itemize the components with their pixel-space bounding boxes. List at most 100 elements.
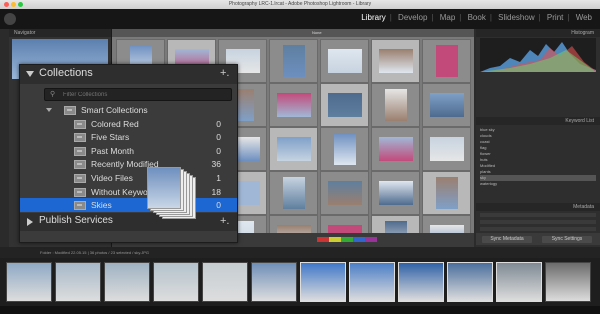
collection-label: Five Stars xyxy=(91,132,130,143)
photo-thumbnail xyxy=(327,93,362,117)
filmstrip-thumbnail[interactable] xyxy=(545,262,591,302)
filmstrip-thumbnail[interactable] xyxy=(447,262,493,302)
grid-thumbnail-cell[interactable] xyxy=(269,171,318,215)
collection-row-without-keywords[interactable]: Without Keywords 18 xyxy=(20,185,237,199)
grid-thumbnail-cell[interactable] xyxy=(320,127,369,171)
collection-filter-input[interactable] xyxy=(63,90,223,99)
grid-thumbnail-cell[interactable] xyxy=(422,39,471,83)
collection-count: 0 xyxy=(216,145,221,156)
keyword-list: blue sky clouds coast flag flower huts Modifie… xyxy=(480,127,596,187)
identity-plate xyxy=(4,13,16,25)
collection-count: 0 xyxy=(216,118,221,129)
smart-collection-icon xyxy=(74,119,86,129)
filmstrip-thumbnail[interactable] xyxy=(496,262,542,302)
histogram-header[interactable]: Histogram xyxy=(476,29,600,37)
collections-header[interactable]: Collections +. xyxy=(20,65,237,84)
collection-row-smart-collections[interactable]: Smart Collections xyxy=(20,103,237,117)
filmstrip-thumbnail[interactable] xyxy=(398,262,444,302)
collection-count: 0 xyxy=(216,132,221,143)
collection-filter-field[interactable]: ⚲ xyxy=(44,88,232,101)
grid-thumbnail-cell[interactable] xyxy=(371,127,420,171)
module-slideshow[interactable]: Slideshow xyxy=(498,13,534,22)
module-book[interactable]: Book xyxy=(468,13,486,22)
collection-row-recently-modified[interactable]: Recently Modified 36 xyxy=(20,157,237,171)
module-print[interactable]: Print xyxy=(547,13,563,22)
smart-collection-icon xyxy=(74,187,86,197)
photo-thumbnail xyxy=(333,133,356,165)
expand-triangle-icon[interactable] xyxy=(27,218,33,226)
histogram-graph xyxy=(480,42,596,72)
photo-thumbnail xyxy=(276,93,311,117)
collection-row-colored-red[interactable]: Colored Red 0 xyxy=(20,117,237,131)
filmstrip-source-info: Folder : Modified 22.05.15 | 36 photos /… xyxy=(40,250,150,255)
grid-thumbnail-cell[interactable] xyxy=(371,171,420,215)
search-icon: ⚲ xyxy=(50,91,56,98)
filter-none-label[interactable]: None xyxy=(312,30,322,35)
filmstrip-bar: Folder : Modified 22.05.15 | 36 photos /… xyxy=(0,247,600,258)
smart-collection-icon xyxy=(74,174,86,183)
keyword-list-header[interactable]: Keyword List xyxy=(476,117,600,125)
metadata-label: Metadata xyxy=(573,204,594,210)
module-list: Library | Develop | Map | Book | Slideshow | … xyxy=(361,13,592,22)
dragged-photos-stack xyxy=(147,167,199,221)
smart-collection-icon xyxy=(74,133,86,143)
smart-collection-icon xyxy=(74,160,86,170)
navigator-label: Navigator xyxy=(14,30,36,36)
grid-thumbnail-cell[interactable] xyxy=(269,39,318,83)
grid-thumbnail-cell[interactable] xyxy=(320,39,369,83)
filmstrip-thumbnail[interactable] xyxy=(104,262,150,302)
photo-thumbnail xyxy=(435,45,458,77)
filmstrip-thumbnail[interactable] xyxy=(251,262,297,302)
grid-thumbnail-cell[interactable] xyxy=(371,39,420,83)
photo-thumbnail xyxy=(429,93,464,117)
collections-title: Collections xyxy=(39,67,93,79)
collection-row-skies[interactable]: Skies 0 xyxy=(20,198,237,213)
navigator-header[interactable]: Navigator xyxy=(9,29,111,37)
filmstrip-thumbnail[interactable] xyxy=(153,262,199,302)
grid-thumbnail-cell[interactable] xyxy=(422,127,471,171)
collection-row-five-stars[interactable]: Five Stars 0 xyxy=(20,130,237,144)
disclosure-triangle-icon[interactable] xyxy=(46,108,52,112)
photo-thumbnail xyxy=(327,181,362,205)
module-map[interactable]: Map xyxy=(440,13,456,22)
add-publish-service-button[interactable]: +. xyxy=(220,215,229,227)
smart-collection-icon xyxy=(74,146,86,156)
add-collection-button[interactable]: +. xyxy=(220,67,229,79)
grid-thumbnail-cell[interactable] xyxy=(422,171,471,215)
photo-thumbnail xyxy=(384,89,407,121)
right-panel: Histogram Keyword List blue sky clouds coa… xyxy=(476,29,600,247)
module-web[interactable]: Web xyxy=(576,13,592,22)
filmstrip-thumbnail[interactable] xyxy=(300,262,346,302)
grid-thumbnail-cell[interactable] xyxy=(422,83,471,127)
module-library[interactable]: Library xyxy=(361,13,385,22)
filmstrip-scrollbar[interactable] xyxy=(0,306,600,314)
grid-thumbnail-cell[interactable] xyxy=(320,171,369,215)
grid-thumbnail-cell[interactable] xyxy=(269,83,318,127)
library-filter-bar: None xyxy=(112,29,474,37)
collection-row-video-files[interactable]: Video Files 1 xyxy=(20,171,237,185)
grid-thumbnail-cell[interactable] xyxy=(269,127,318,171)
collection-label: Past Month xyxy=(91,145,134,156)
filmstrip-thumbnail[interactable] xyxy=(349,262,395,302)
filmstrip-thumbnail[interactable] xyxy=(55,262,101,302)
sync-settings-button[interactable]: Sync Settings xyxy=(542,236,592,243)
color-label-filters[interactable] xyxy=(317,237,377,242)
filmstrip xyxy=(0,258,600,306)
photo-thumbnail xyxy=(276,137,311,161)
grid-thumbnail-cell[interactable] xyxy=(320,83,369,127)
keyword-item[interactable]: waterlogy xyxy=(480,181,596,187)
publish-services-header[interactable]: Publish Services +. xyxy=(20,213,237,231)
module-develop[interactable]: Develop xyxy=(398,13,427,22)
collapse-triangle-icon[interactable] xyxy=(26,71,34,77)
collection-set-icon xyxy=(64,106,76,115)
metadata-header[interactable]: Metadata xyxy=(476,203,600,211)
sync-metadata-button[interactable]: Sync Metadata xyxy=(482,236,532,243)
filmstrip-thumbnail[interactable] xyxy=(6,262,52,302)
filmstrip-thumbnail[interactable] xyxy=(202,262,248,302)
photo-thumbnail xyxy=(282,45,305,77)
collection-label: Colored Red xyxy=(91,118,139,129)
grid-thumbnail-cell[interactable] xyxy=(371,83,420,127)
histogram-label: Histogram xyxy=(571,30,594,36)
collection-row-past-month[interactable]: Past Month 0 xyxy=(20,144,237,158)
collection-label: Smart Collections xyxy=(81,105,148,115)
